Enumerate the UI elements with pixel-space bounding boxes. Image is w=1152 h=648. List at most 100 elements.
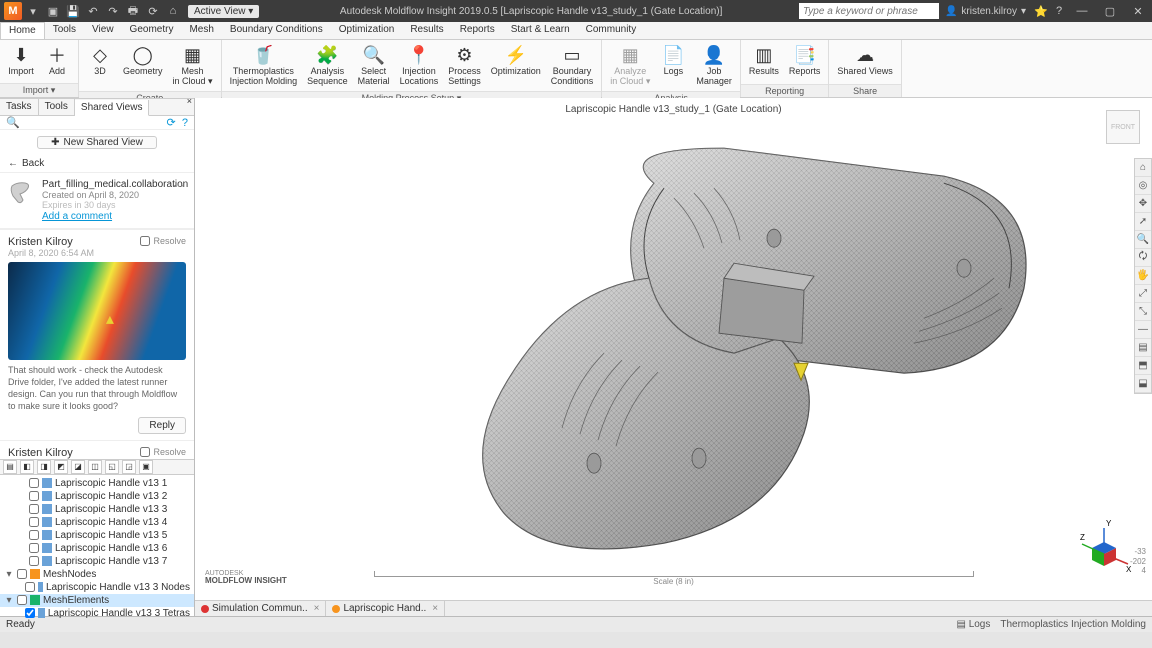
nav-tool-1[interactable]: ◎	[1135, 177, 1151, 195]
left-tab-tasks[interactable]: Tasks	[0, 99, 39, 115]
layer-visible-checkbox[interactable]	[29, 478, 39, 488]
close-button[interactable]: ✕	[1124, 0, 1152, 22]
ribbon-boundary[interactable]: ▭BoundaryConditions	[547, 42, 598, 89]
ribbon-mesh[interactable]: ▦Meshin Cloud ▾	[169, 42, 217, 89]
expand-icon[interactable]: ▾	[4, 569, 14, 580]
ribbon-logs[interactable]: 📄Logs	[656, 42, 690, 79]
tree-tool-3[interactable]: ◩	[54, 460, 68, 474]
ribbon-results[interactable]: ▥Results	[745, 42, 783, 79]
nav-tool-11[interactable]: ⬒	[1135, 357, 1151, 375]
tree-row[interactable]: Lapriscopic Handle v13 3 Tetras	[0, 607, 194, 620]
tree-tool-2[interactable]: ◨	[37, 460, 51, 474]
tree-row[interactable]: ▾MeshElements	[0, 594, 194, 607]
tree-row[interactable]: Lapriscopic Handle v13 5	[0, 529, 194, 542]
layer-visible-checkbox[interactable]	[29, 504, 39, 514]
layer-visible-checkbox[interactable]	[29, 530, 39, 540]
qat-new-icon[interactable]: ▾	[24, 2, 42, 20]
left-tab-shared-views[interactable]: Shared Views	[75, 100, 150, 116]
panel-close-icon[interactable]: ×	[187, 96, 192, 106]
tree-tool-6[interactable]: ◱	[105, 460, 119, 474]
menu-results[interactable]: Results	[402, 22, 451, 39]
help-icon[interactable]: ?	[1050, 2, 1068, 20]
tree-tool-5[interactable]: ◫	[88, 460, 102, 474]
panel-help-icon[interactable]: ?	[182, 117, 188, 129]
ribbon-job[interactable]: 👤JobManager	[692, 42, 736, 89]
nav-tool-6[interactable]: 🖐	[1135, 267, 1151, 285]
nav-tool-9[interactable]: —	[1135, 321, 1151, 339]
menu-view[interactable]: View	[84, 22, 122, 39]
tree-tool-7[interactable]: ◲	[122, 460, 136, 474]
nav-tool-0[interactable]: ⌂	[1135, 159, 1151, 177]
tree-row[interactable]: Lapriscopic Handle v13 4	[0, 516, 194, 529]
left-tab-tools[interactable]: Tools	[39, 99, 75, 115]
layer-visible-checkbox[interactable]	[29, 517, 39, 527]
nav-tool-4[interactable]: 🔍	[1135, 231, 1151, 249]
expand-icon[interactable]: ▾	[4, 595, 14, 606]
layer-visible-checkbox[interactable]	[29, 491, 39, 501]
nav-tool-2[interactable]: ✥	[1135, 195, 1151, 213]
new-shared-view-button[interactable]: ✚ New Shared View	[37, 136, 157, 149]
search-icon[interactable]: 🔍	[6, 116, 20, 129]
resolve-checkbox[interactable]: Resolve	[140, 447, 186, 457]
menu-start-learn[interactable]: Start & Learn	[503, 22, 578, 39]
tab-close-icon[interactable]: ×	[314, 603, 320, 614]
tree-row[interactable]: ▾MeshNodes	[0, 568, 194, 581]
layer-visible-checkbox[interactable]	[29, 556, 39, 566]
qat-print-icon[interactable]: 🖶	[124, 2, 142, 20]
menu-optimization[interactable]: Optimization	[331, 22, 403, 39]
add-comment-link[interactable]: Add a comment	[42, 211, 112, 222]
viewport-tab[interactable]: Simulation Commun..×	[195, 601, 326, 616]
user-menu[interactable]: 👤 kristen.kilroy ▾	[939, 6, 1032, 17]
ribbon-optimization[interactable]: ⚡Optimization	[487, 42, 545, 79]
tree-row[interactable]: Lapriscopic Handle v13 3	[0, 503, 194, 516]
resolve-checkbox[interactable]: Resolve	[140, 236, 186, 246]
tree-tool-8[interactable]: ▣	[139, 460, 153, 474]
ribbon-analysis[interactable]: 🧩AnalysisSequence	[303, 42, 352, 89]
menu-community[interactable]: Community	[578, 22, 645, 39]
menu-geometry[interactable]: Geometry	[122, 22, 182, 39]
ribbon-thermoplastics[interactable]: 🥤ThermoplasticsInjection Molding	[226, 42, 302, 89]
ribbon-process[interactable]: ⚙ProcessSettings	[444, 42, 485, 89]
nav-tool-3[interactable]: ➚	[1135, 213, 1151, 231]
tab-close-icon[interactable]: ×	[432, 603, 438, 614]
layer-visible-checkbox[interactable]	[25, 608, 35, 618]
viewport-tab[interactable]: Lapriscopic Hand..×	[326, 601, 445, 616]
nav-tool-5[interactable]: 🗘	[1135, 249, 1151, 267]
ribbon-select[interactable]: 🔍SelectMaterial	[354, 42, 394, 89]
layer-visible-checkbox[interactable]	[29, 543, 39, 553]
layer-visible-checkbox[interactable]	[17, 595, 27, 605]
viewport[interactable]: Lapriscopic Handle v13_study_1 (Gate Loc…	[195, 98, 1152, 616]
ribbon-shared-views[interactable]: ☁Shared Views	[833, 42, 896, 79]
refresh-icon[interactable]: ⟳	[167, 117, 176, 129]
tree-tool-4[interactable]: ◪	[71, 460, 85, 474]
ribbon-reports[interactable]: 📑Reports	[785, 42, 825, 79]
favorite-icon[interactable]: ⭐	[1032, 2, 1050, 20]
more-menu-icon[interactable]: ⋯	[173, 179, 186, 192]
ribbon-analyze[interactable]: ▦Analyzein Cloud ▾	[606, 42, 654, 89]
view-cube[interactable]: FRONT	[1106, 110, 1140, 144]
menu-reports[interactable]: Reports	[452, 22, 503, 39]
ribbon-add[interactable]: ＋Add	[40, 42, 74, 79]
help-search-input[interactable]	[799, 3, 939, 19]
tree-row[interactable]: Lapriscopic Handle v13 3 Nodes	[0, 581, 194, 594]
qat-open-icon[interactable]: ▣	[44, 2, 62, 20]
menu-home[interactable]: Home	[0, 22, 45, 39]
qat-redo-icon[interactable]: ↷	[104, 2, 122, 20]
maximize-button[interactable]: ▢	[1096, 0, 1124, 22]
back-button[interactable]: ← Back	[0, 155, 194, 173]
nav-tool-7[interactable]: ⤢	[1135, 285, 1151, 303]
active-view-selector[interactable]: Active View ▾	[188, 5, 259, 18]
minimize-button[interactable]: —	[1068, 0, 1096, 22]
menu-tools[interactable]: Tools	[45, 22, 84, 39]
qat-save-icon[interactable]: 💾	[64, 2, 82, 20]
tree-row[interactable]: Lapriscopic Handle v13 2	[0, 490, 194, 503]
tree-row[interactable]: Lapriscopic Handle v13 1	[0, 477, 194, 490]
menu-boundary-conditions[interactable]: Boundary Conditions	[222, 22, 331, 39]
qat-undo-icon[interactable]: ↶	[84, 2, 102, 20]
ribbon-import[interactable]: ⬇Import	[4, 42, 38, 79]
axis-gizmo[interactable]: Z Y X	[1074, 514, 1134, 574]
tree-row[interactable]: Lapriscopic Handle v13 7	[0, 555, 194, 568]
reply-button[interactable]: Reply	[138, 417, 186, 434]
tree-row[interactable]: Lapriscopic Handle v13 6	[0, 542, 194, 555]
ribbon-injection[interactable]: 📍InjectionLocations	[396, 42, 443, 89]
